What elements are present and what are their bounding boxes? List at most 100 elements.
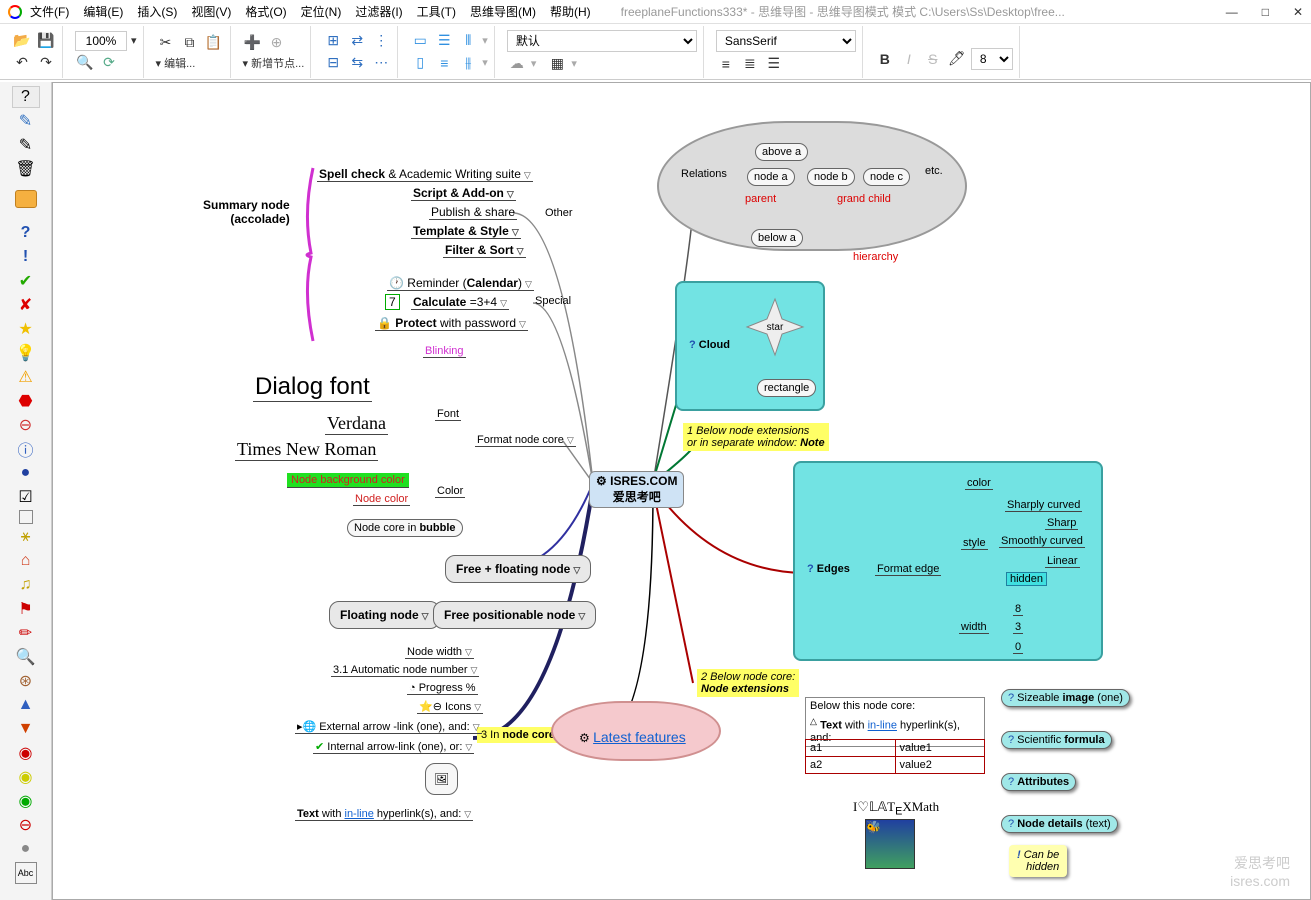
struct-icon-4[interactable]: ▯ — [410, 53, 430, 73]
music-icon[interactable]: ♫ — [15, 574, 37, 596]
refresh-icon[interactable]: ⟳ — [99, 53, 119, 73]
sci-formula[interactable]: ? Scientific formula — [1001, 731, 1112, 749]
node-bg-color[interactable]: Node background color — [287, 473, 409, 488]
pen-icon[interactable]: ✏ — [15, 622, 37, 644]
info-icon[interactable]: ⓘ — [15, 438, 37, 460]
node-publish[interactable]: Publish & share — [429, 205, 517, 220]
light-green-icon[interactable]: ◉ — [15, 790, 37, 812]
align-left-icon[interactable]: ≡ — [716, 54, 736, 74]
node-c[interactable]: node c — [863, 168, 910, 186]
node-template[interactable]: Template & Style — [411, 224, 521, 239]
layout-icon-5[interactable]: ⇆ — [347, 53, 367, 73]
menu-format[interactable]: 格式(O) — [245, 3, 286, 20]
menu-insert[interactable]: 插入(S) — [137, 3, 177, 20]
flag-icon[interactable]: ⚑ — [15, 598, 37, 620]
paste-icon[interactable]: 📋 — [204, 33, 224, 53]
edge-color[interactable]: color — [965, 477, 993, 490]
window-close-button[interactable]: ✕ — [1293, 5, 1303, 19]
cut-icon[interactable]: ✂ — [156, 33, 176, 53]
layout-icon-3[interactable]: ⋮ — [371, 31, 391, 51]
light-yellow-icon[interactable]: ◉ — [15, 766, 37, 788]
attributes-link[interactable]: ? Attributes — [1001, 773, 1076, 791]
layout-icon-1[interactable]: ⊞ — [323, 31, 343, 51]
strike-button[interactable]: S — [923, 49, 943, 69]
node-bubble[interactable]: Node core in bubble — [347, 519, 463, 537]
node-details-link[interactable]: ? Node details (text) — [1001, 815, 1118, 833]
trash-icon[interactable]: 🗑 — [15, 158, 37, 180]
align-right-icon[interactable]: ☰ — [764, 54, 784, 74]
format-core-label[interactable]: Format node core — [475, 434, 576, 447]
node-free-floating[interactable]: Free + floating node — [445, 555, 591, 583]
star-shape[interactable]: star — [745, 297, 805, 357]
node-progress[interactable]: ◔ Progress % — [407, 682, 478, 695]
latest-features-link[interactable]: ⚙ Latest features — [579, 729, 686, 745]
help-icon[interactable]: ? — [12, 86, 40, 108]
save-icon[interactable]: 💾 — [36, 31, 56, 51]
menu-filter[interactable]: 过滤器(I) — [355, 3, 402, 20]
node-verdana[interactable]: Verdana — [325, 413, 388, 435]
node-reminder[interactable]: 🕐 Reminder (Calendar) — [387, 276, 534, 291]
attr-table[interactable]: a1value1 a2value2 — [805, 739, 985, 774]
node-spellcheck[interactable]: Spell check & Academic Writing suite — [317, 167, 533, 182]
edge-hidden[interactable]: hidden — [1007, 573, 1046, 585]
checkbox-icon[interactable]: ☑ — [15, 486, 37, 508]
node-width[interactable]: Node width — [405, 646, 474, 659]
node-int-arrow[interactable]: ✔ Internal arrow-link (one), or: — [313, 740, 474, 754]
root-node[interactable]: ⚙ ISRES.COM爱思考吧 — [589, 471, 684, 508]
wand-icon[interactable]: ⚹ — [15, 526, 37, 548]
zoom-input[interactable] — [75, 31, 127, 51]
zoom-icon[interactable]: 🔍 — [15, 646, 37, 668]
edge-sharply[interactable]: Sharply curved — [1005, 499, 1082, 512]
edge-w3[interactable]: 3 — [1013, 621, 1023, 634]
struct-icon-5[interactable]: ≡ — [434, 53, 454, 73]
cloud-label[interactable]: ? Cloud — [689, 339, 730, 351]
search-icon[interactable]: 🔍 — [75, 53, 95, 73]
node-ext-arrow[interactable]: ▸🌐 External arrow -link (one), and: — [295, 720, 482, 734]
edge-style[interactable]: style — [961, 537, 988, 550]
menu-nav[interactable]: 定位(N) — [301, 3, 342, 20]
exclaim-icon[interactable]: ! — [15, 246, 37, 268]
color-icon[interactable]: ▦ — [547, 54, 567, 74]
note1[interactable]: 1 Below node extensionsor in separate wi… — [683, 423, 829, 451]
struct-icon-2[interactable]: ☰ — [434, 31, 454, 51]
node-dialog-font[interactable]: Dialog font — [253, 373, 372, 402]
edge-w8[interactable]: 8 — [1013, 603, 1023, 616]
edit-dropdown[interactable]: ▾ 编辑... — [156, 55, 196, 71]
layout-icon-2[interactable]: ⇄ — [347, 31, 367, 51]
note2[interactable]: 2 Below node core:Node extensions — [697, 669, 799, 697]
minus2-icon[interactable]: ⊖ — [15, 814, 37, 836]
abc-icon[interactable]: Abc — [15, 862, 37, 884]
edge-linear[interactable]: Linear — [1045, 555, 1080, 568]
node-protect[interactable]: 🔒 Protect with password — [375, 316, 528, 331]
bold-button[interactable]: B — [875, 49, 895, 69]
italic-button[interactable]: I — [899, 49, 919, 69]
relations-label[interactable]: Relations — [681, 168, 727, 180]
pencil-black-icon[interactable]: ✎ — [15, 134, 37, 156]
question-icon[interactable]: ? — [15, 222, 37, 244]
check-icon[interactable]: ✔ — [15, 270, 37, 292]
node-a[interactable]: node a — [747, 168, 795, 186]
mindmap-canvas[interactable]: Summary node(accolade) Other Spell check… — [52, 82, 1311, 900]
redo-icon[interactable]: ↷ — [36, 53, 56, 73]
edge-smooth[interactable]: Smoothly curved — [999, 535, 1085, 548]
warn-icon[interactable]: ⚠ — [15, 366, 37, 388]
rocket-icon[interactable]: ▲ — [15, 694, 37, 716]
font-select[interactable]: SansSerif — [716, 30, 856, 52]
cross-icon[interactable]: ✘ — [15, 294, 37, 316]
struct-icon-6[interactable]: ⫵ — [458, 53, 478, 73]
add-child-icon[interactable]: ⊕ — [267, 33, 287, 53]
menu-tools[interactable]: 工具(T) — [417, 3, 456, 20]
home-icon[interactable]: ⌂ — [15, 550, 37, 572]
menu-help[interactable]: 帮助(H) — [550, 3, 591, 20]
menu-file[interactable]: 文件(F) — [30, 3, 69, 20]
node-text-inline[interactable]: Text with in-line hyperlink(s), and: — [295, 808, 473, 821]
node-image-icon[interactable]: 🖼 — [425, 763, 458, 795]
copy-icon[interactable]: ⧉ — [180, 33, 200, 53]
menu-edit[interactable]: 编辑(E) — [83, 3, 123, 20]
node-free-positionable[interactable]: Free positionable node — [433, 601, 596, 629]
open-icon[interactable]: 📂 — [12, 31, 32, 51]
window-maximize-button[interactable]: □ — [1262, 5, 1269, 19]
align-center-icon[interactable]: ≣ — [740, 54, 760, 74]
node-auto-number[interactable]: 3.1 Automatic node number — [331, 664, 479, 677]
gray-dot-icon[interactable]: ● — [15, 838, 37, 860]
